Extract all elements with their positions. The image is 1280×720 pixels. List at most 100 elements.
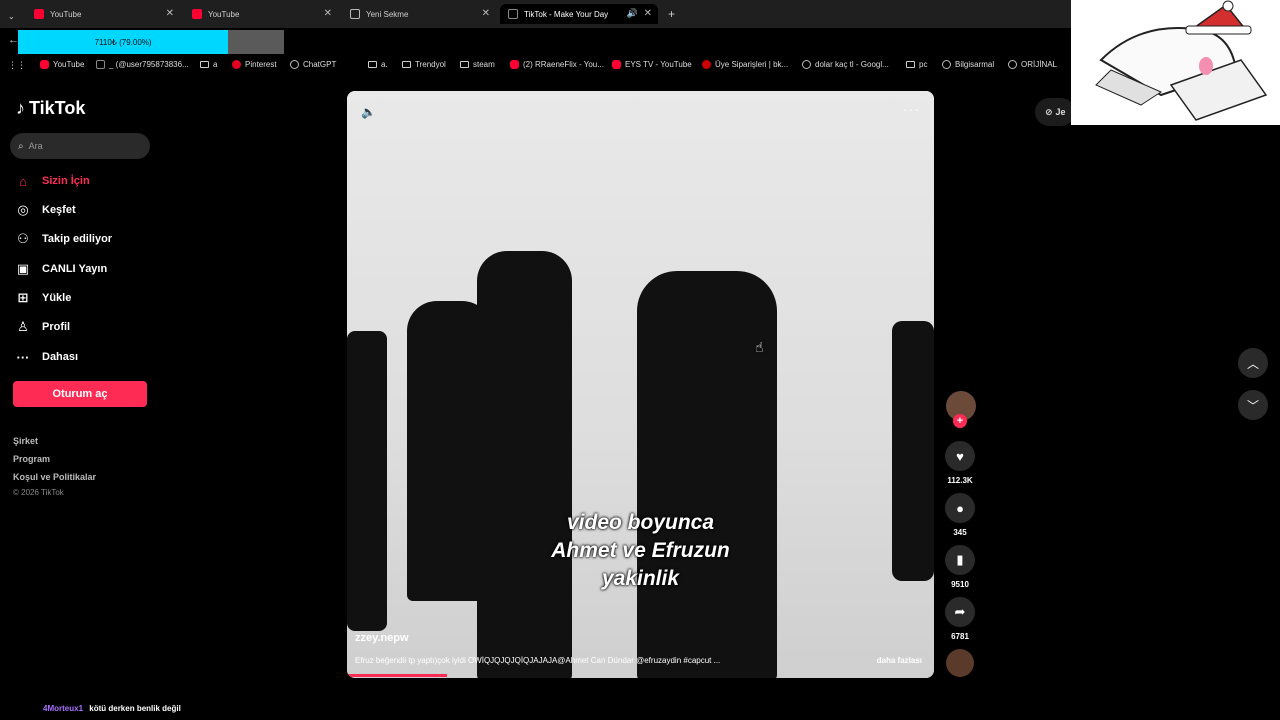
tiktok-logo[interactable]: ♪ TikTok	[16, 98, 85, 119]
tab-search-button[interactable]: ⌄	[4, 6, 20, 26]
tiktok-icon	[508, 9, 518, 19]
store-icon	[702, 60, 711, 69]
video-player[interactable]: 🔈 ··· video boyunca Ahmet ve Efruzun yak…	[347, 91, 934, 678]
bookmark-item[interactable]: YouTube	[40, 60, 84, 69]
login-button[interactable]: Oturum aç	[13, 381, 147, 407]
youtube-icon	[34, 9, 44, 19]
comment-icon[interactable]: ●	[945, 493, 975, 523]
like-count: 112.3K	[947, 476, 973, 485]
volume-icon[interactable]: 🔈	[361, 105, 376, 119]
nav-live[interactable]: ▣ CANLI Yayın	[14, 260, 107, 278]
bookmark-item[interactable]: a	[200, 60, 217, 69]
follow-plus-icon[interactable]: +	[953, 414, 967, 428]
home-icon: ⌂	[19, 173, 27, 189]
youtube-icon	[510, 60, 519, 69]
globe-icon	[942, 60, 951, 69]
video-caption: video boyunca Ahmet ve Efruzun yakinlik	[551, 511, 730, 590]
bookmark-item[interactable]: Trendyol	[402, 60, 446, 69]
chat-text: kötü derken benlik değil	[89, 704, 181, 713]
bookmark-item[interactable]: Bilgisarmal	[942, 60, 994, 69]
tab-youtube-2[interactable]: YouTube ✕	[184, 4, 338, 24]
apps-icon[interactable]: ⋮⋮	[8, 60, 26, 71]
bookmark-item[interactable]: a.	[368, 60, 388, 69]
folder-icon	[368, 61, 377, 68]
tiktok-icon	[96, 60, 105, 69]
tiktok-note-icon: ♪	[16, 98, 25, 118]
previous-video-button[interactable]: ︿	[1238, 348, 1268, 378]
like-action[interactable]: ♥ 112.3K	[944, 441, 976, 485]
bookmark-item[interactable]: dolar kaç tl - Googl...	[802, 60, 889, 69]
logo-text: TikTok	[29, 98, 86, 118]
compass-icon: ◎	[17, 202, 29, 217]
tab-label: YouTube	[208, 9, 240, 19]
bookmark-item[interactable]: ORİJİNAL	[1008, 60, 1057, 69]
video-description: Efruz beğendii tp yaptı)çok iyidi OWİQJQ…	[355, 656, 721, 665]
nav-profile[interactable]: ♙ Profil	[14, 318, 70, 336]
share-action[interactable]: ➦ 6781	[944, 597, 976, 641]
stream-overlay-image	[1071, 0, 1280, 125]
see-more-button[interactable]: daha fazlası	[877, 656, 922, 665]
pinterest-icon	[232, 60, 241, 69]
globe-icon	[350, 9, 360, 19]
nav-explore[interactable]: ◎ Keşfet	[14, 201, 75, 219]
google-icon	[802, 60, 811, 69]
bookmark-item[interactable]: (2) RRaeneFlix - You...	[510, 60, 604, 69]
bookmark-item[interactable]: pc	[906, 60, 927, 69]
tab-new[interactable]: Yeni Sekme ✕	[342, 4, 496, 24]
bookmark-item[interactable]: steam	[460, 60, 495, 69]
mouse-cursor: ☝	[755, 339, 764, 355]
globe-icon	[1008, 60, 1017, 69]
profile-icon: ♙	[17, 319, 29, 334]
nav-upload[interactable]: ⊞ Yükle	[14, 289, 72, 307]
bookmark-item[interactable]: EYS TV - YouTube	[612, 60, 692, 69]
more-icon: ···	[16, 349, 30, 365]
bookmark-item[interactable]: Pinterest	[232, 60, 277, 69]
save-action[interactable]: ▮ 9510	[944, 545, 976, 589]
nav-more[interactable]: ··· Dahası	[14, 348, 79, 366]
next-video-button[interactable]: ﹀	[1238, 390, 1268, 420]
bookmark-item[interactable]: _ (@user795873836...	[96, 60, 189, 69]
footer-program[interactable]: Program	[13, 454, 50, 464]
new-tab-button[interactable]: +	[660, 4, 675, 24]
search-input[interactable]: ⌕ Ara	[10, 133, 150, 159]
tab-youtube-1[interactable]: YouTube ✕	[26, 4, 180, 24]
copyright: © 2026 TikTok	[13, 488, 64, 497]
chatgpt-icon	[290, 60, 299, 69]
tab-label: Yeni Sekme	[366, 9, 409, 19]
heart-icon[interactable]: ♥	[945, 441, 975, 471]
comment-action[interactable]: ● 345	[944, 493, 976, 537]
progress-fill: 7110₺ (79.00%)	[18, 30, 229, 54]
footer-terms[interactable]: Koşul ve Politikalar	[13, 472, 96, 482]
speaker-icon[interactable]: 🔊	[627, 8, 638, 19]
folder-icon	[460, 61, 469, 68]
more-options-icon[interactable]: ···	[903, 101, 920, 117]
music-disc-avatar[interactable]	[946, 649, 974, 677]
close-icon[interactable]: ✕	[166, 8, 174, 19]
chevron-down-icon: ﹀	[1246, 398, 1259, 413]
youtube-icon	[612, 60, 621, 69]
check-circle-icon: ⊘	[1045, 106, 1053, 117]
bookmark-item[interactable]: ChatGPT	[290, 60, 336, 69]
tab-tiktok[interactable]: TikTok - Make Your Day 🔊 ✕	[500, 4, 658, 24]
get-app-button[interactable]: ⊘ Je	[1035, 98, 1075, 126]
close-icon[interactable]: ✕	[644, 8, 652, 19]
video-progress[interactable]	[347, 674, 447, 677]
person-figure	[477, 251, 572, 678]
share-count: 6781	[951, 632, 969, 641]
share-icon[interactable]: ➦	[945, 597, 975, 627]
video-author[interactable]: zzey.nepw	[355, 632, 409, 644]
comment-count: 345	[953, 528, 967, 537]
close-icon[interactable]: ✕	[482, 8, 490, 19]
youtube-icon	[192, 9, 202, 19]
bookmark-item[interactable]: Üye Siparişleri | bk...	[702, 60, 788, 69]
footer-company[interactable]: Şirket	[13, 436, 38, 446]
person-figure	[637, 271, 777, 678]
upload-icon: ⊞	[17, 290, 29, 305]
bookmark-icon[interactable]: ▮	[945, 545, 975, 575]
search-placeholder: Ara	[28, 141, 43, 151]
tab-label: TikTok - Make Your Day	[524, 9, 609, 19]
nav-for-you[interactable]: ⌂ Sizin İçin	[14, 172, 90, 190]
nav-following[interactable]: ⚇ Takip ediliyor	[14, 230, 112, 248]
close-icon[interactable]: ✕	[324, 8, 332, 19]
folder-icon	[200, 61, 209, 68]
